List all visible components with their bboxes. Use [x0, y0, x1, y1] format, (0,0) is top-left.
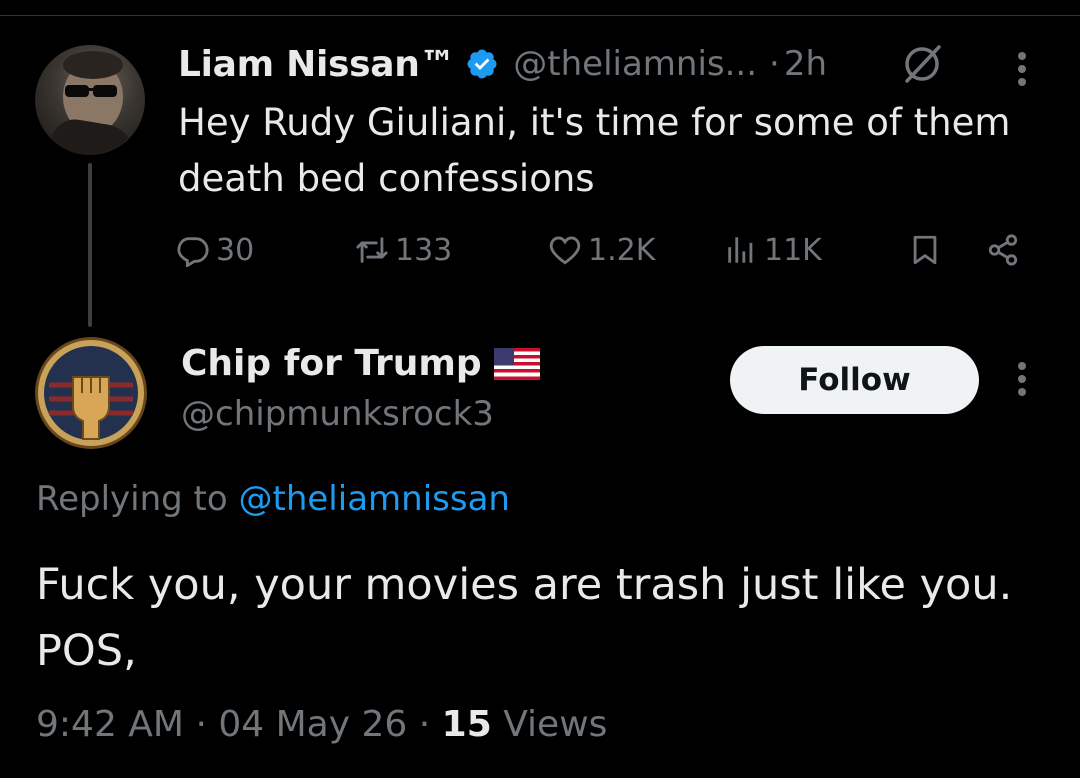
- separator-dot: ·: [195, 704, 207, 745]
- timestamp[interactable]: 2h: [784, 44, 827, 84]
- repost-action[interactable]: 133: [355, 225, 452, 275]
- like-count: 1.2K: [588, 232, 656, 268]
- thread-connector-line: [88, 163, 92, 327]
- like-icon: [549, 236, 581, 265]
- views-icon: [728, 237, 753, 263]
- separator-dot: ·: [418, 704, 431, 745]
- repost-count: 133: [395, 232, 453, 268]
- avatar-image: [38, 340, 144, 446]
- verified-badge-icon[interactable]: [465, 47, 499, 81]
- separator-dot: ·: [769, 44, 780, 84]
- replying-to-link[interactable]: @theliamnissan: [239, 479, 510, 519]
- top-divider: [0, 15, 1080, 16]
- avatar-chip-for-trump[interactable]: [35, 337, 147, 449]
- display-name[interactable]: Liam Nissan™: [178, 44, 456, 85]
- parent-tweet-text: Hey Rudy Giuliani, it's time for some of…: [178, 101, 1011, 200]
- more-icon[interactable]: [1017, 52, 1027, 91]
- parent-tweet-header: Liam Nissan™ @theliamnis... · 2h: [178, 41, 827, 87]
- handle[interactable]: @theliamnis...: [513, 44, 757, 84]
- views-action[interactable]: 11K: [724, 225, 822, 275]
- views-count: 11K: [764, 232, 822, 268]
- reply-author-name-row: Chip for Trump: [181, 343, 540, 384]
- share-icon: [988, 234, 1018, 266]
- follow-button[interactable]: Follow: [730, 346, 979, 414]
- more-icon[interactable]: [1017, 362, 1027, 401]
- tweet-date[interactable]: 04 May 26: [218, 704, 407, 745]
- reply-count: 30: [216, 232, 255, 268]
- views-label: Views: [503, 704, 608, 745]
- views-count: 15: [441, 704, 492, 745]
- reply-action[interactable]: 30: [176, 225, 254, 275]
- handle[interactable]: @chipmunksrock3: [181, 394, 494, 434]
- like-action[interactable]: 1.2K: [548, 225, 655, 275]
- bookmark-action[interactable]: [908, 225, 942, 275]
- tweet-action-bar: 30 133 1.2K 11K: [176, 225, 1036, 275]
- bookmark-icon: [913, 235, 937, 265]
- avatar-liam-nissan[interactable]: [35, 45, 145, 155]
- us-flag-icon: [493, 347, 540, 380]
- repost-icon: [356, 237, 388, 263]
- avatar-image: [45, 51, 135, 155]
- replying-to-line: Replying to @theliamnissan: [36, 479, 510, 519]
- reply-tweet-text: Fuck you, your movies are trash just lik…: [36, 560, 1013, 676]
- share-action[interactable]: [986, 225, 1020, 275]
- tweet-meta: 9:42 AM · 04 May 26 · 15 Views: [36, 704, 607, 745]
- grok-icon[interactable]: [901, 43, 943, 85]
- display-name[interactable]: Chip for Trump: [181, 343, 482, 384]
- reply-icon: [177, 237, 209, 267]
- replying-prefix: Replying to: [36, 479, 228, 519]
- tweet-time[interactable]: 9:42 AM: [36, 704, 184, 745]
